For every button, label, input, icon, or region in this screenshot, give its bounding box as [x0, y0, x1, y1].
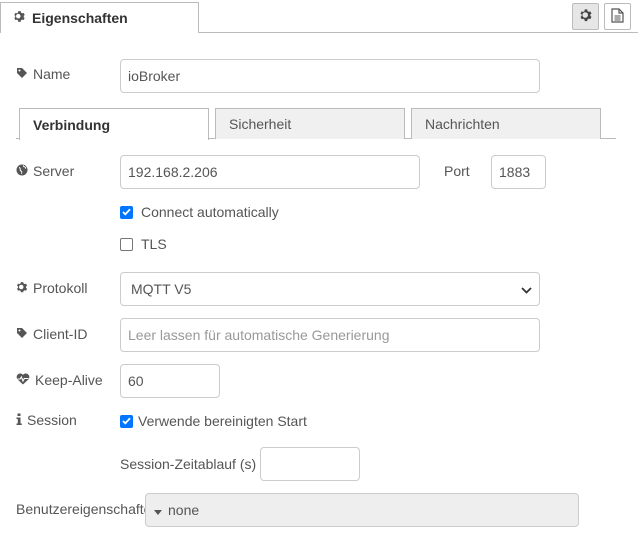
client-id-label: Client-ID: [16, 326, 87, 342]
user-properties-label: Benutzereigenschaften: [16, 501, 146, 517]
tab-verbindung[interactable]: Verbindung: [19, 108, 209, 140]
session-clean-start-label[interactable]: Verwende bereinigten Start: [138, 413, 307, 429]
session-clean-start-row: Verwende bereinigten Start: [120, 413, 307, 429]
keep-alive-input[interactable]: 60: [120, 364, 220, 398]
globe-icon: [16, 163, 28, 179]
tls-row: TLS: [120, 236, 167, 252]
session-timeout-label: Session-Zeitablauf (s): [120, 456, 257, 472]
connect-automatically-label[interactable]: Connect automatically: [141, 204, 279, 220]
tls-checkbox[interactable]: [120, 237, 133, 251]
session-timeout-input[interactable]: [260, 447, 360, 481]
heartbeat-icon: [16, 372, 30, 388]
name-input[interactable]: ioBroker: [120, 59, 540, 93]
protokoll-select[interactable]: MQTT V5: [120, 272, 540, 306]
tab-eigenschaften-label: Eigenschaften: [32, 10, 128, 26]
user-properties-value: none: [168, 502, 200, 518]
connect-automatically-checkbox[interactable]: [120, 205, 133, 219]
port-label: Port: [444, 163, 470, 179]
tab-sicherheit[interactable]: Sicherheit: [215, 108, 405, 139]
check-icon: [122, 417, 131, 425]
user-properties-typedinput[interactable]: none: [145, 493, 579, 527]
tag-icon: [16, 66, 28, 82]
session-label: Session: [16, 412, 77, 428]
gear-icon: [16, 280, 28, 296]
client-id-input[interactable]: Leer lassen für automatische Generierung: [120, 318, 540, 352]
server-label: Server: [16, 163, 74, 179]
session-clean-start-checkbox[interactable]: [120, 414, 133, 428]
settings-button[interactable]: [572, 3, 599, 30]
port-input[interactable]: 1883: [491, 155, 546, 189]
connect-automatically-row: Connect automatically: [120, 204, 279, 220]
keep-alive-label: Keep-Alive: [16, 372, 103, 388]
description-button[interactable]: [604, 3, 631, 30]
document-icon: [611, 7, 624, 26]
protokoll-select-value: MQTT V5: [131, 281, 192, 297]
tag-icon: [16, 326, 28, 342]
gear-icon: [13, 10, 26, 26]
chevron-down-icon: [521, 281, 532, 297]
name-label: Name: [16, 66, 70, 82]
server-input[interactable]: 192.168.2.206: [120, 155, 420, 189]
caret-down-icon: [154, 502, 162, 518]
protokoll-label: Protokoll: [16, 280, 87, 296]
gear-icon: [579, 8, 593, 25]
check-icon: [122, 208, 131, 216]
tab-nachrichten[interactable]: Nachrichten: [411, 108, 601, 139]
tab-eigenschaften[interactable]: Eigenschaften: [0, 2, 199, 33]
info-icon: [16, 412, 22, 428]
tls-label[interactable]: TLS: [141, 236, 167, 252]
